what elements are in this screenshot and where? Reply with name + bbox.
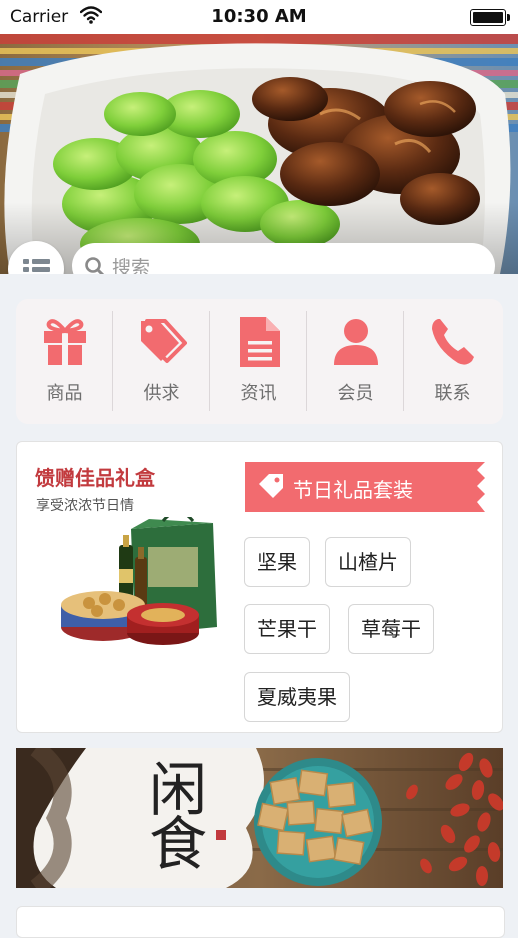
battery-icon — [470, 9, 510, 26]
chip-dried-mango[interactable]: 芒果干 — [244, 604, 330, 654]
nav-item-news[interactable]: 资讯 — [210, 299, 307, 424]
category-nav: 商品 供求 资讯 会员 联系 — [16, 299, 503, 424]
nav-item-members[interactable]: 会员 — [307, 299, 404, 424]
menu-button[interactable] — [8, 241, 64, 274]
snack-banner-image — [16, 748, 503, 888]
search-placeholder: 搜索 — [112, 257, 151, 274]
banner-calligraphy: 闲食 — [139, 759, 207, 867]
nav-label-supply: 供求 — [143, 383, 180, 404]
next-section-card — [16, 906, 505, 938]
hero-banner[interactable]: 搜索 — [0, 34, 518, 274]
snack-banner[interactable]: 闲食 — [16, 748, 503, 888]
nav-label-news: 资讯 — [240, 383, 277, 404]
food-photo — [0, 34, 518, 274]
list-icon — [23, 259, 50, 272]
nav-item-products[interactable]: 商品 — [16, 299, 113, 424]
chip-hawthorn[interactable]: 山楂片 — [325, 537, 411, 587]
search-icon — [84, 256, 106, 274]
nav-item-supply[interactable]: 供求 — [113, 299, 210, 424]
clock: 10:30 AM — [211, 6, 307, 27]
gift-section: 馈赠佳品礼盒 享受浓浓节日情 节日礼品套装 坚果 山楂片 芒果干 草莓干 夏威夷… — [16, 441, 503, 733]
gift-set-ribbon — [245, 462, 485, 512]
gift-icon — [44, 319, 86, 365]
gift-subtitle: 享受浓浓节日情 — [36, 498, 134, 514]
nav-label-contact: 联系 — [434, 383, 471, 404]
search-bar[interactable]: 搜索 — [72, 243, 495, 274]
chip-nuts[interactable]: 坚果 — [244, 537, 310, 587]
gift-title: 馈赠佳品礼盒 — [35, 466, 155, 490]
nav-label-members: 会员 — [337, 383, 374, 404]
tags-icon — [141, 319, 187, 363]
document-icon — [240, 317, 280, 367]
nav-label-products: 商品 — [46, 383, 83, 404]
gift-box-image[interactable] — [53, 517, 223, 647]
chip-macadamia[interactable]: 夏威夷果 — [244, 672, 350, 722]
user-icon — [334, 319, 378, 365]
status-bar: Carrier 10:30 AM — [0, 0, 518, 34]
phone-icon — [432, 319, 474, 365]
nav-item-contact[interactable]: 联系 — [404, 299, 501, 424]
chip-dried-strawberry[interactable]: 草莓干 — [348, 604, 434, 654]
